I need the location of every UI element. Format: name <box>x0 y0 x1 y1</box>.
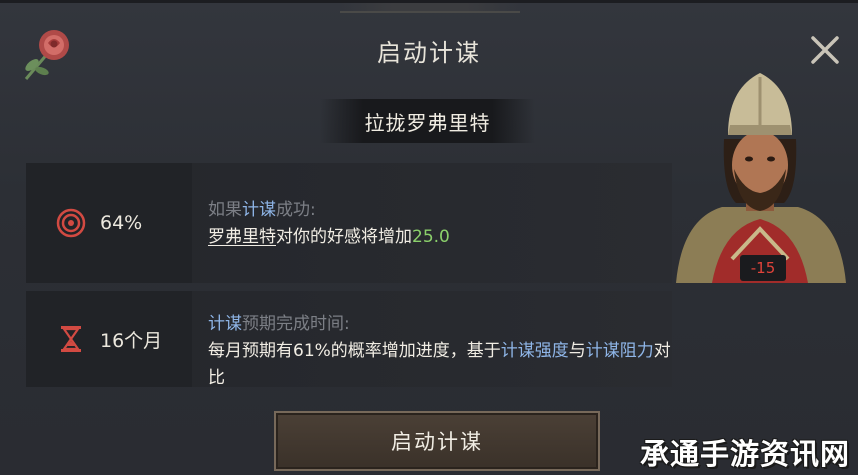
success-line1: 如果计谋成功: <box>208 200 316 220</box>
character-name-link[interactable]: 罗弗里特 <box>208 227 276 247</box>
duration-line2: 每月预期有61%的概率增加进度，基于计谋强度与计谋阻力对比 <box>208 341 671 388</box>
character-portrait[interactable] <box>672 69 848 283</box>
launch-scheme-label: 启动计谋 <box>391 430 483 454</box>
duration-value: 16个月 <box>100 329 163 352</box>
scheme-link[interactable]: 计谋 <box>208 314 242 334</box>
duration-description: 计谋预期完成时间: 每月预期有61%的概率增加进度，基于计谋强度与计谋阻力对比 <box>208 311 672 392</box>
launch-scheme-button[interactable]: 启动计谋 <box>274 411 600 471</box>
opinion-badge: -15 <box>740 255 786 281</box>
opinion-gain-value: 25.0 <box>412 227 450 247</box>
success-chance: 64% <box>100 212 143 234</box>
close-icon[interactable] <box>806 31 844 69</box>
target-name: 拉拢罗弗里特 <box>364 110 491 135</box>
success-description: 如果计谋成功: 罗弗里特对你的好感将增加25.0 <box>208 197 450 251</box>
duration-row: 16个月 计谋预期完成时间: 每月预期有61%的概率增加进度，基于计谋强度与计谋… <box>26 291 672 388</box>
success-line2: 罗弗里特对你的好感将增加25.0 <box>208 227 450 247</box>
target-banner: 拉拢罗弗里特 <box>320 99 535 143</box>
top-ornament <box>340 3 520 13</box>
watermark: 承通手游资讯网 <box>640 437 851 471</box>
dialog-title: 启动计谋 <box>377 39 481 67</box>
scheme-link[interactable]: 计谋 <box>242 200 276 220</box>
duration-line1: 计谋预期完成时间: <box>208 314 350 334</box>
hourglass-icon <box>61 326 81 352</box>
scheme-power-link[interactable]: 计谋强度 <box>501 341 569 361</box>
success-chance-cell: 64% <box>26 163 192 283</box>
target-icon <box>56 208 86 238</box>
scheme-dialog: 启动计谋 拉拢罗弗里特 -15 64% 如果计谋成功: 罗弗里特对你的好感将增加… <box>0 0 858 475</box>
scheme-resistance-link[interactable]: 计谋阻力 <box>586 341 654 361</box>
duration-cell: 16个月 <box>26 291 192 387</box>
success-row: 64% 如果计谋成功: 罗弗里特对你的好感将增加25.0 <box>26 163 672 283</box>
